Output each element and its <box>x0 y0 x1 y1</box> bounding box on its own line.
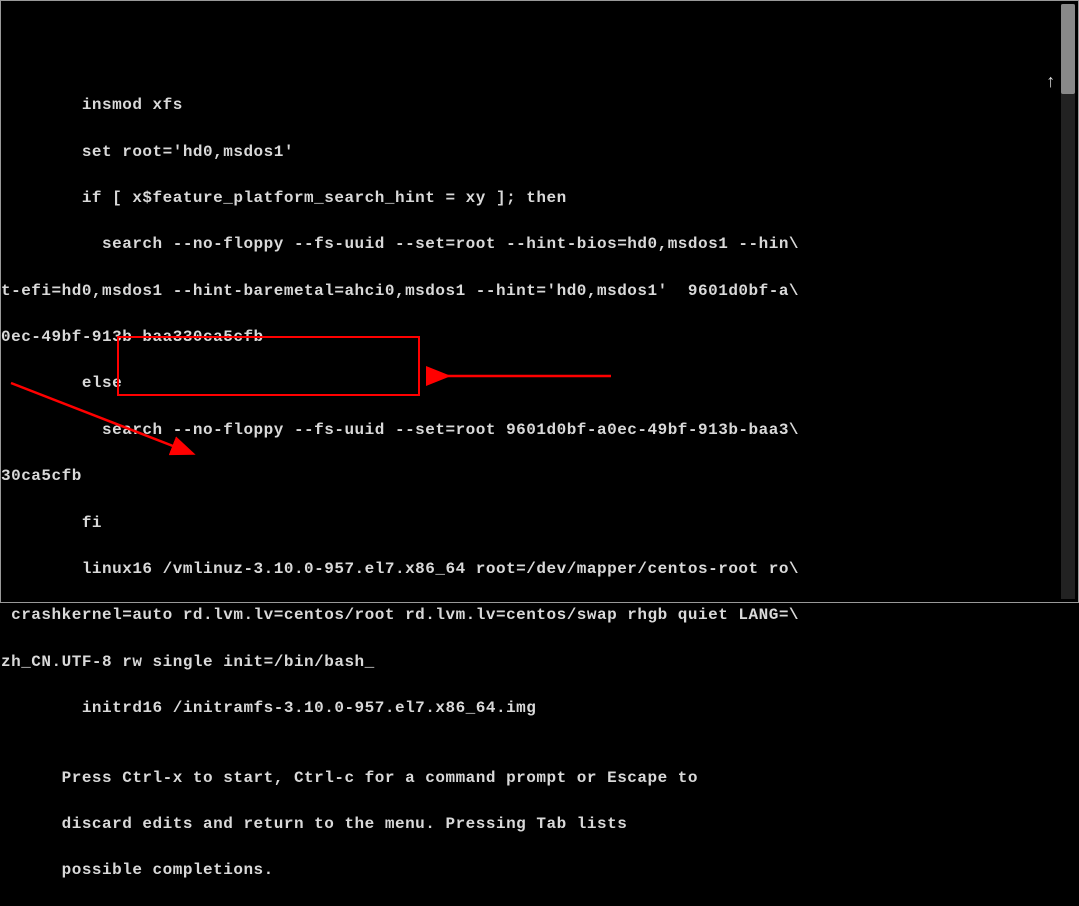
help-text: Press Ctrl-x to start, Ctrl-c for a comm… <box>1 767 1078 790</box>
code-line: linux16 /vmlinuz-3.10.0-957.el7.x86_64 r… <box>1 558 1078 581</box>
code-line: 0ec-49bf-913b-baa330ca5cfb <box>1 326 1078 349</box>
code-line: crashkernel=auto rd.lvm.lv=centos/root r… <box>1 604 1078 627</box>
code-line: initrd16 /initramfs-3.10.0-957.el7.x86_6… <box>1 697 1078 720</box>
code-line: search --no-floppy --fs-uuid --set=root … <box>1 419 1078 442</box>
code-line: if [ x$feature_platform_search_hint = xy… <box>1 187 1078 210</box>
code-line: insmod xfs <box>1 94 1078 117</box>
code-line: fi <box>1 512 1078 535</box>
code-line: zh_CN.UTF-8 rw single init=/bin/bash_ <box>1 651 1078 674</box>
code-line: 30ca5cfb <box>1 465 1078 488</box>
grub-editor-content[interactable]: insmod xfs set root='hd0,msdos1' if [ x$… <box>1 1 1078 906</box>
scroll-up-indicator: ↑ <box>1045 73 1056 93</box>
code-line: search --no-floppy --fs-uuid --set=root … <box>1 233 1078 256</box>
help-text: discard edits and return to the menu. Pr… <box>1 813 1078 836</box>
code-line: set root='hd0,msdos1' <box>1 141 1078 164</box>
help-text: possible completions. <box>1 859 1078 882</box>
code-line: t-efi=hd0,msdos1 --hint-baremetal=ahci0,… <box>1 280 1078 303</box>
code-line: else <box>1 372 1078 395</box>
scrollbar-thumb[interactable] <box>1061 4 1075 94</box>
